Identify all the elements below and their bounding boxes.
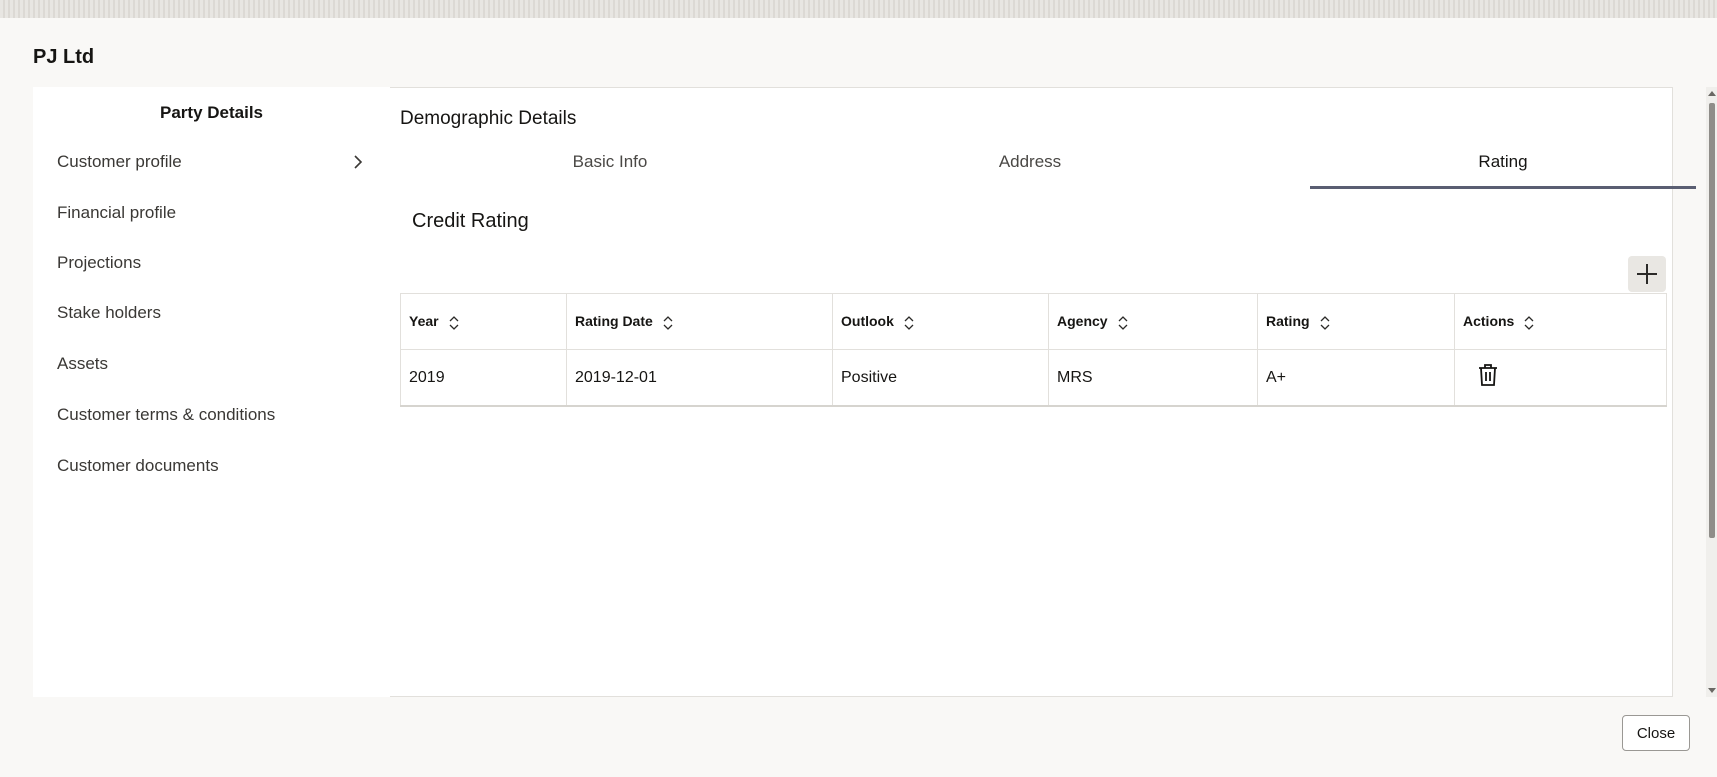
sidebar-item-label: Customer documents xyxy=(57,456,219,475)
sidebar-item-label: Financial profile xyxy=(57,203,177,222)
sort-icon[interactable] xyxy=(904,315,914,330)
sidebar-item-label: Customer terms & conditions xyxy=(57,405,276,424)
sidebar-item-label: Stake holders xyxy=(57,303,161,322)
sidebar-item-stake-holders[interactable]: Stake holders xyxy=(57,298,367,328)
plus-icon xyxy=(1637,264,1657,284)
cell-year: 2019 xyxy=(400,349,567,407)
cell-outlook: Positive xyxy=(832,349,1049,407)
cell-actions xyxy=(1454,349,1667,407)
table-header-row: Year Rating Date Outlook Agency Rating A… xyxy=(400,293,1667,350)
vertical-scrollbar[interactable] xyxy=(1706,87,1717,697)
tab-label: Basic Info xyxy=(572,152,648,171)
tab-label: Address xyxy=(998,152,1062,171)
cell-rating-date: 2019-12-01 xyxy=(566,349,833,407)
sidebar: Party Details Customer profile Financial… xyxy=(33,87,391,697)
header-label: Rating Date xyxy=(575,313,653,330)
tab-rating[interactable]: Rating xyxy=(1310,152,1696,189)
scroll-up-arrow-icon[interactable] xyxy=(1708,91,1716,96)
header-label: Actions xyxy=(1463,313,1515,330)
dialog-content: Party Details Customer profile Financial… xyxy=(33,87,1696,697)
sidebar-item-terms-conditions[interactable]: Customer terms & conditions xyxy=(57,400,367,430)
cell-agency: MRS xyxy=(1048,349,1258,407)
dialog-title: PJ Ltd xyxy=(33,46,95,68)
column-header-rating-date[interactable]: Rating Date xyxy=(566,293,833,350)
tab-label: Rating xyxy=(1478,152,1528,171)
tab-address[interactable]: Address xyxy=(820,152,1240,186)
close-button[interactable]: Close xyxy=(1622,715,1690,751)
column-header-agency[interactable]: Agency xyxy=(1048,293,1258,350)
sort-icon[interactable] xyxy=(1320,315,1330,330)
trash-icon xyxy=(1479,364,1497,386)
page-title: Demographic Details xyxy=(400,108,577,129)
column-header-actions[interactable]: Actions xyxy=(1454,293,1667,350)
sidebar-item-financial-profile[interactable]: Financial profile xyxy=(57,198,367,228)
scroll-down-arrow-icon[interactable] xyxy=(1708,688,1716,693)
main-panel: Demographic Details Basic Info Address R… xyxy=(390,87,1696,697)
sidebar-item-label: Projections xyxy=(57,253,142,272)
add-rating-button[interactable] xyxy=(1628,256,1666,292)
tab-basic-info[interactable]: Basic Info xyxy=(400,152,820,186)
credit-rating-table: Year Rating Date Outlook Agency Rating A… xyxy=(400,293,1667,407)
header-label: Agency xyxy=(1057,313,1108,330)
sidebar-item-projections[interactable]: Projections xyxy=(57,248,367,278)
sort-icon[interactable] xyxy=(449,315,459,330)
sort-icon[interactable] xyxy=(663,315,673,330)
column-header-outlook[interactable]: Outlook xyxy=(832,293,1049,350)
delete-row-button[interactable] xyxy=(1477,363,1499,392)
header-label: Outlook xyxy=(841,313,894,330)
sidebar-item-label: Customer profile xyxy=(57,152,182,171)
scrollbar-thumb[interactable] xyxy=(1709,103,1715,538)
section-title: Credit Rating xyxy=(412,210,529,232)
column-header-year[interactable]: Year xyxy=(400,293,567,350)
window-top-strip xyxy=(0,0,1717,18)
cell-rating: A+ xyxy=(1257,349,1455,407)
sidebar-item-assets[interactable]: Assets xyxy=(57,349,367,379)
sidebar-title: Party Details xyxy=(160,103,263,122)
header-label: Year xyxy=(409,313,439,330)
sidebar-item-customer-profile[interactable]: Customer profile xyxy=(57,147,367,177)
table-row: 2019 2019-12-01 Positive MRS A+ xyxy=(400,349,1667,407)
chevron-right-icon xyxy=(354,155,363,169)
header-label: Rating xyxy=(1266,313,1310,330)
sort-icon[interactable] xyxy=(1524,315,1534,330)
sort-icon[interactable] xyxy=(1118,315,1128,330)
sidebar-item-customer-documents[interactable]: Customer documents xyxy=(57,451,367,481)
sidebar-item-label: Assets xyxy=(57,354,109,373)
column-header-rating[interactable]: Rating xyxy=(1257,293,1455,350)
